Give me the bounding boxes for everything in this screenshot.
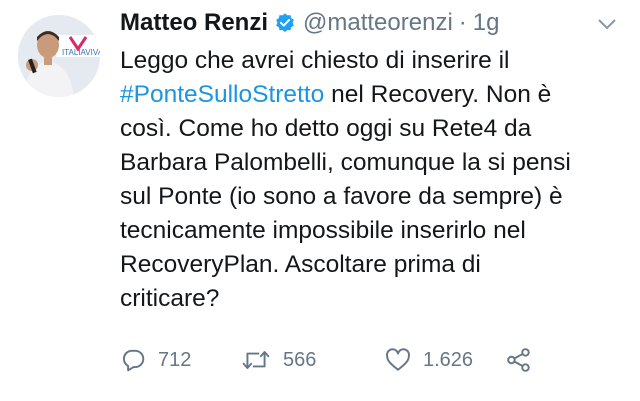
reply-button[interactable]: 712 [120, 342, 241, 378]
separator-dot: · [458, 9, 467, 36]
retweet-button[interactable]: 566 [241, 342, 385, 378]
share-button[interactable] [506, 342, 532, 378]
author-name[interactable]: Matteo Renzi [120, 6, 268, 40]
tweet-line-text: criticare? [120, 285, 220, 312]
retweet-icon [241, 347, 271, 373]
tweet-line: tecnicamente impossibile inserirlo nel [120, 214, 635, 248]
share-icon [506, 347, 532, 373]
tweet-line-text: RecoveryPlan. Ascoltare prima di [120, 251, 481, 278]
reply-count: 712 [158, 348, 192, 371]
hashtag-link[interactable]: #PonteSulloStretto [120, 81, 324, 108]
tweet-line: Barbara Palombelli, comunque la si pensi [120, 146, 635, 180]
tweet-line: sul Ponte (io sono a favore da sempre) è [120, 180, 635, 214]
author-handle[interactable]: @matteorenzi [303, 6, 453, 40]
tweet-line: #PonteSulloStretto nel Recovery. Non è [120, 78, 635, 112]
tweet-line-text: sul Ponte (io sono a favore da sempre) è [120, 183, 563, 210]
chevron-down-icon[interactable] [596, 16, 618, 32]
like-button[interactable]: 1.626 [385, 342, 506, 378]
tweet-line-text: così. Come ho detto oggi su Rete4 da [120, 115, 532, 142]
tweet[interactable]: ITALIAVIVA Matteo Renzi @matteorenzi · 1… [0, 0, 640, 401]
verified-badge-icon [274, 12, 296, 34]
tweet-line-text: Leggo che avrei chiesto di inserire il [120, 47, 510, 74]
avatar-photo: ITALIAVIVA [18, 15, 100, 97]
like-icon [385, 348, 411, 372]
tweet-header: Matteo Renzi @matteorenzi · 1g [120, 6, 499, 40]
tweet-line-text: tecnicamente impossibile inserirlo nel [120, 217, 526, 244]
avatar[interactable]: ITALIAVIVA [18, 15, 100, 97]
timestamp[interactable]: 1g [473, 6, 500, 40]
tweet-line: criticare? [120, 282, 635, 316]
tweet-actions: 712 566 1.626 [120, 342, 532, 378]
tweet-line-text: nel Recovery. Non è [324, 81, 552, 108]
reply-icon [120, 347, 146, 373]
tweet-line: così. Come ho detto oggi su Rete4 da [120, 112, 635, 146]
tweet-line-text: Barbara Palombelli, comunque la si pensi [120, 149, 571, 176]
retweet-count: 566 [283, 348, 317, 371]
tweet-line: RecoveryPlan. Ascoltare prima di [120, 248, 635, 282]
tweet-line: Leggo che avrei chiesto di inserire il [120, 44, 635, 78]
tweet-text: Leggo che avrei chiesto di inserire il #… [120, 44, 635, 316]
avatar-banner-text: ITALIAVIVA [62, 48, 100, 57]
like-count: 1.626 [423, 348, 474, 371]
